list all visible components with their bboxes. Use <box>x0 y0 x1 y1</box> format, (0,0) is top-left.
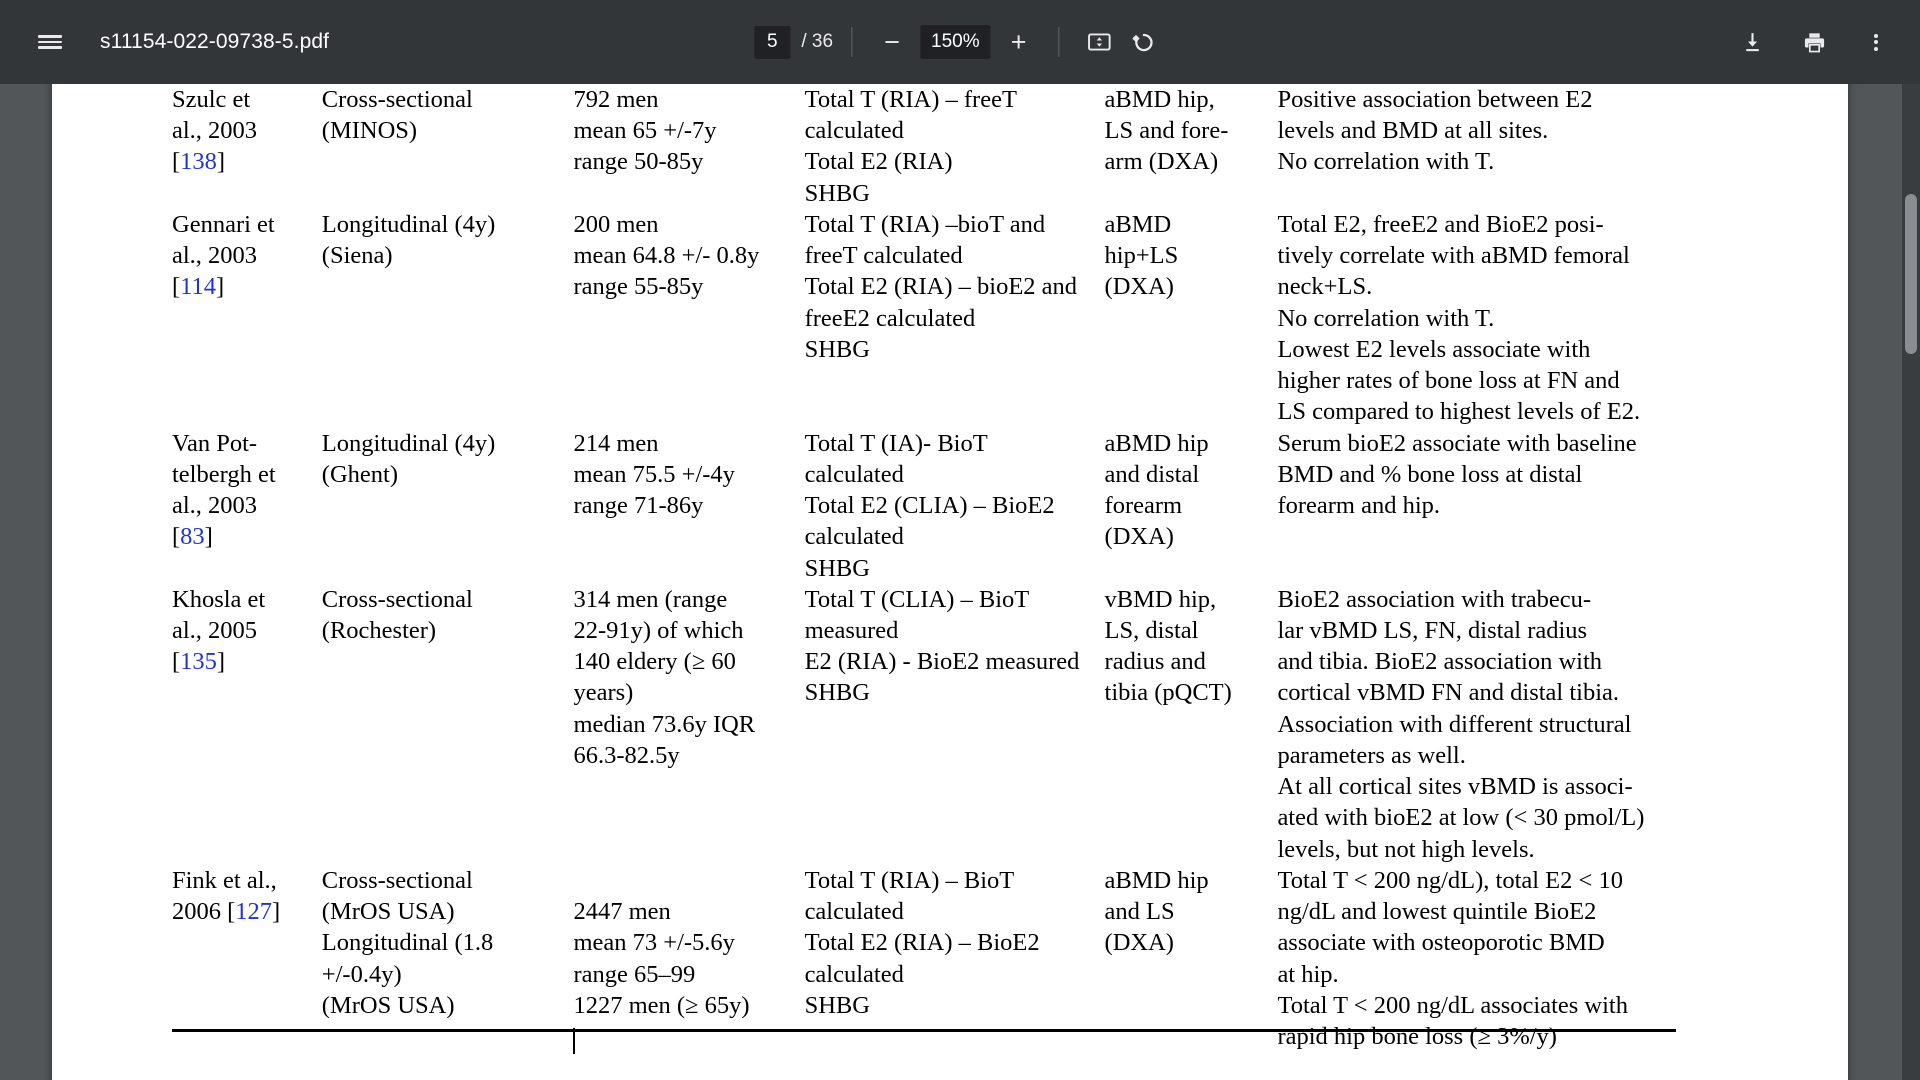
reference-link[interactable]: 135 <box>180 648 217 675</box>
plus-icon: + <box>1010 26 1027 57</box>
scrollbar-thumb[interactable] <box>1905 194 1917 354</box>
cell-population: 314 men (range 22-91y) of which 140 elde… <box>573 585 756 769</box>
download-button[interactable] <box>1730 20 1774 64</box>
cell-hormones: Total T (RIA) –bioT and freeT calculated… <box>804 210 1078 363</box>
text-cursor-artifact <box>573 1028 576 1055</box>
table-row: Szulc et al., 2003 [138] Cross-sectional… <box>172 84 1672 209</box>
cell-design: Longitudinal (4y) (Siena) <box>321 210 496 270</box>
zoom-level-label[interactable]: 150% <box>920 25 991 59</box>
table-row: Khosla et al., 2005 [135] Cross-sectiona… <box>172 584 1672 865</box>
table-row: Fink et al., 2006 [127] Cross-sectional … <box>172 865 1672 1080</box>
cell-population: 214 men mean 75.5 +/-4y range 71-86y <box>573 429 735 520</box>
rotate-counterclockwise-icon <box>1132 33 1153 52</box>
reference-link[interactable]: 114 <box>180 273 216 300</box>
more-options-button[interactable] <box>1854 20 1898 64</box>
cell-measure: aBMD hip+LS (DXA) <box>1104 210 1179 301</box>
page-count-label: / 36 <box>801 31 834 52</box>
dot <box>1874 46 1878 51</box>
minus-icon: − <box>884 26 900 57</box>
cell-design: Longitudinal (4y) (Ghent) <box>321 429 496 488</box>
dot <box>1874 40 1878 44</box>
pdf-page: SHBG Szulc et al., 2003 [138] Cross-sect… <box>52 84 1848 1080</box>
bracket-close: ] <box>216 648 226 676</box>
zoom-out-button[interactable]: − <box>870 20 914 64</box>
page-number-input[interactable] <box>754 25 791 59</box>
reference-link[interactable]: 127 <box>235 898 272 925</box>
cell-population: 792 men mean 65 +/-7y range 50-85y <box>573 86 717 176</box>
cell-study: Van Pot- telbergh et al., 2003 [83] <box>172 428 322 584</box>
cell-study: Gennari et al., 2003 [114] <box>172 209 322 428</box>
bracket-close: ] <box>204 523 213 551</box>
bracket-close: ] <box>216 273 225 301</box>
table-row: Van Pot- telbergh et al., 2003 [83] Long… <box>172 428 1672 584</box>
cell-measure: aBMD hip and LS (DXA) <box>1104 866 1209 957</box>
cell-hormones: Total T (IA)- BioT calculated Total E2 (… <box>804 429 1055 582</box>
cell-findings: BioE2 association with trabecu- lar vBMD… <box>1277 585 1645 863</box>
print-icon <box>1804 32 1824 52</box>
reference-link[interactable]: 138 <box>180 148 217 175</box>
hamburger-menu-icon[interactable] <box>28 20 72 64</box>
page-and-zoom-controls: / 36 − 150% + <box>754 20 1165 64</box>
cell-findings: Total E2, freeE2 and BioE2 posi- tively … <box>1277 210 1641 426</box>
vertical-scrollbar[interactable] <box>1902 84 1920 1080</box>
studies-table: Szulc et al., 2003 [138] Cross-sectional… <box>172 84 1672 1080</box>
cell-design: Cross-sectional (MINOS) <box>321 86 473 145</box>
toolbar-right-actions <box>1730 20 1898 64</box>
cell-hormones: Total T (CLIA) – BioT measured E2 (RIA) … <box>804 585 1080 707</box>
cell-measure: vBMD hip, LS, distal radius and tibia (p… <box>1104 585 1232 707</box>
zoom-in-button[interactable]: + <box>997 20 1041 64</box>
pdf-viewer[interactable]: SHBG Szulc et al., 2003 [138] Cross-sect… <box>0 84 1920 1080</box>
cell-findings: Positive association between E2 levels a… <box>1277 86 1593 176</box>
cell-design: Cross-sectional (MrOS USA) Longitudinal … <box>321 866 494 1019</box>
table-row: Gennari et al., 2003 [114] Longitudinal … <box>172 209 1672 428</box>
rotate-counterclockwise-button[interactable] <box>1122 20 1166 64</box>
more-vertical-icon <box>1874 31 1878 53</box>
download-icon <box>1745 32 1759 51</box>
hamburger-bar <box>38 40 62 44</box>
cell-hormones: Total T (RIA) – BioT calculated Total E2… <box>804 866 1040 1019</box>
cell-findings: Total T < 200 ng/dL), total E2 < 10 ng/d… <box>1277 866 1628 1051</box>
fit-to-page-button[interactable] <box>1078 20 1122 64</box>
cell-measure: aBMD hip, LS and fore- arm (DXA) <box>1104 86 1229 176</box>
cell-population: 200 men mean 64.8 +/- 0.8y range 55-85y <box>573 210 760 301</box>
population-text: 2447 men mean 73 +/-5.6y range 65–99 122… <box>573 898 750 1019</box>
table-bottom-rule <box>172 1029 1676 1032</box>
dot <box>1874 33 1878 38</box>
document-title: s11154-022-09738-5.pdf <box>100 30 330 53</box>
pdf-toolbar: s11154-022-09738-5.pdf / 36 − 150% + <box>0 0 1920 84</box>
bracket-close: ] <box>216 148 226 176</box>
cell-design: Cross-sectional (Rochester) <box>321 585 473 644</box>
bracket-close: ] <box>272 898 281 926</box>
cell-hormones: Total T (RIA) – freeT calculated Total E… <box>804 86 1017 207</box>
toolbar-divider <box>1058 27 1060 57</box>
hamburger-bar <box>38 46 62 49</box>
cell-study: Szulc et al., 2003 [138] <box>172 84 322 209</box>
reference-link[interactable]: 83 <box>180 523 205 550</box>
toolbar-divider <box>851 27 853 57</box>
cell-population: 2447 men mean 73 +/-5.6y range 65–99 122… <box>573 865 804 1080</box>
print-button[interactable] <box>1792 20 1836 64</box>
cell-study: Khosla et al., 2005 [135] <box>172 584 322 865</box>
cell-findings: Serum bioE2 associate with baseline BMD … <box>1277 429 1637 520</box>
cell-study: Fink et al., 2006 [127] <box>172 865 322 1080</box>
cell-measure: aBMD hip and distal forearm (DXA) <box>1104 429 1209 551</box>
fit-to-page-icon <box>1088 33 1111 51</box>
hamburger-bar <box>38 35 62 38</box>
